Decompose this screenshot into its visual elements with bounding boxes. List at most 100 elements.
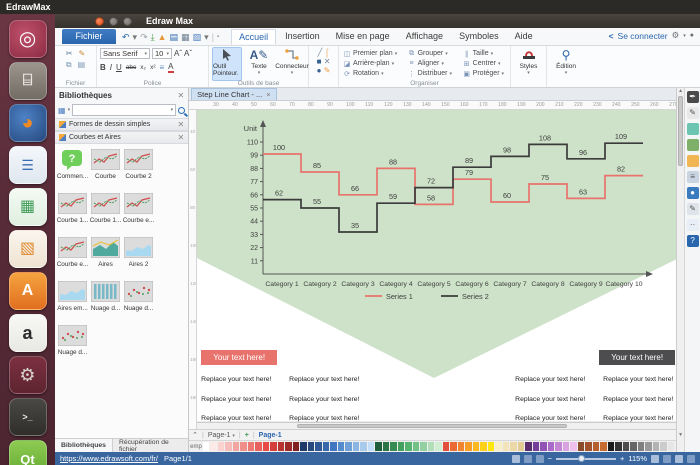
color-swatch[interactable] <box>510 442 517 451</box>
calc-icon[interactable]: ▦ <box>8 188 47 226</box>
clipart-icon[interactable] <box>686 155 699 167</box>
add-page-button[interactable]: + <box>245 432 249 439</box>
page-view-icon[interactable] <box>523 454 532 463</box>
ribbon-tab-symboles[interactable]: Symboles <box>452 29 506 45</box>
color-swatch[interactable] <box>375 442 382 451</box>
scroll-up-icon[interactable]: ▲ <box>678 88 683 94</box>
color-swatch[interactable] <box>592 442 600 451</box>
library-section-formes[interactable]: Formes de dessin simples ✕ <box>55 118 189 131</box>
library-section-courbes[interactable]: Courbes et Aires ✕ <box>55 131 189 144</box>
color-swatch[interactable] <box>240 442 247 451</box>
section-close-icon[interactable]: ✕ <box>177 133 184 142</box>
library-item[interactable]: Nuage d... <box>56 322 89 366</box>
text-badge-left[interactable]: Your text here! <box>201 350 278 365</box>
font-color-button[interactable]: A <box>168 62 174 73</box>
color-swatch[interactable] <box>307 442 315 451</box>
replace-text-placeholder[interactable]: Replace your text here! <box>515 396 585 403</box>
edition-button[interactable]: ⚲ Édition ▾ <box>550 47 582 81</box>
organiser-item-protéger[interactable]: ▣ Protéger ▾ <box>463 69 508 78</box>
library-footer-tab-recuperation[interactable]: Récupération de fichier <box>113 439 188 453</box>
color-swatch[interactable] <box>457 442 465 451</box>
color-swatch[interactable] <box>502 442 510 451</box>
color-swatch[interactable] <box>202 442 210 451</box>
pen-shape-icon[interactable]: ✎ <box>324 66 331 75</box>
color-swatch[interactable] <box>382 442 390 451</box>
color-swatch[interactable] <box>532 442 540 451</box>
replace-text-placeholder[interactable]: Replace your text here! <box>289 415 359 422</box>
writer-icon[interactable]: ☰ <box>8 146 47 184</box>
grid-view-icon[interactable] <box>511 454 520 463</box>
color-swatch[interactable] <box>570 442 577 451</box>
color-swatch[interactable] <box>232 442 240 451</box>
text-tool-button[interactable]: A✎ Texte ▾ <box>244 47 274 81</box>
organiser-item-centrer[interactable]: ⊞ Centrer ▾ <box>463 59 508 68</box>
decrease-font-icon[interactable]: Aˇ <box>184 49 192 58</box>
arc-shape-icon[interactable]: ⌠ <box>325 48 330 57</box>
vertical-scrollbar-thumb[interactable] <box>678 96 684 166</box>
color-swatch[interactable] <box>495 442 502 451</box>
organiser-item-grouper[interactable]: ⧉ Grouper ▾ <box>408 49 457 58</box>
pointer-tool-button[interactable]: Outil Pointeur. <box>212 47 242 81</box>
color-swatch[interactable] <box>442 442 450 451</box>
color-swatch[interactable] <box>292 442 300 451</box>
horizontal-scrollbar-thumb[interactable] <box>297 424 568 428</box>
collapse-icon[interactable]: ⌃ <box>192 431 198 439</box>
color-swatch[interactable] <box>480 442 487 451</box>
zoom-slider[interactable] <box>555 455 616 462</box>
color-swatch[interactable] <box>367 442 375 451</box>
fill-swatch-icon[interactable] <box>686 123 699 135</box>
font-size-select[interactable]: 10 ▾ <box>152 48 172 59</box>
ellipse-shape-icon[interactable]: ● <box>317 66 322 75</box>
color-swatch[interactable] <box>300 442 307 451</box>
library-item[interactable]: Aires <box>89 234 122 278</box>
library-item[interactable]: ? Commen... <box>56 146 89 190</box>
color-swatch[interactable] <box>637 442 645 451</box>
save-icon[interactable]: ▤ <box>170 31 179 43</box>
color-swatch[interactable] <box>615 442 622 451</box>
undo-icon[interactable]: ↶ <box>122 31 130 43</box>
ribbon-tab-affichage[interactable]: Affichage <box>399 29 450 45</box>
color-swatch[interactable] <box>390 442 397 451</box>
replace-text-placeholder[interactable]: Replace your text here! <box>515 415 585 422</box>
connect-label[interactable]: Se connecter <box>618 31 668 41</box>
vertical-scrollbar[interactable]: ▲ ▼ <box>676 88 685 452</box>
replace-text-placeholder[interactable]: Replace your text here! <box>201 376 271 383</box>
format-paint-icon[interactable]: ✒ <box>686 91 699 103</box>
library-item[interactable]: Courbe 1... <box>56 190 89 234</box>
color-swatch[interactable] <box>262 442 270 451</box>
theme-caret-icon[interactable]: ▾ <box>204 31 209 43</box>
pencil-icon[interactable]: ✎ <box>686 107 699 119</box>
color-swatch[interactable] <box>247 442 255 451</box>
color-swatch[interactable] <box>217 442 225 451</box>
format-painter-icon[interactable]: ✎ <box>79 49 86 58</box>
fullscreen-icon[interactable] <box>663 454 671 463</box>
color-swatch[interactable] <box>547 442 555 451</box>
page-selector[interactable]: Page-1 ▾ <box>208 432 235 439</box>
paste-icon[interactable]: ▤ <box>78 60 86 69</box>
organiser-item-distribuer[interactable]: ⋮ Distribuer ▾ <box>408 69 457 78</box>
zoom-slider-handle[interactable] <box>577 455 585 462</box>
library-close-icon[interactable]: ✕ <box>177 91 184 100</box>
color-swatch[interactable] <box>630 442 637 451</box>
library-item[interactable]: Courbe 1... <box>89 190 122 234</box>
zoom-in-button[interactable]: + <box>620 454 624 463</box>
increase-font-icon[interactable]: Aˆ <box>174 49 182 58</box>
color-swatch[interactable] <box>660 442 667 451</box>
impress-icon[interactable]: ▧ <box>8 230 47 268</box>
note-icon[interactable]: ≡ <box>686 171 699 183</box>
color-swatch[interactable] <box>622 442 630 451</box>
italic-button[interactable]: I <box>110 63 112 72</box>
copy-icon[interactable]: ⧉ <box>66 60 72 69</box>
library-item[interactable]: Courbe e... <box>56 234 89 278</box>
subscript-button[interactable]: x₂ <box>140 63 146 72</box>
color-swatch[interactable] <box>352 442 360 451</box>
horizontal-scrollbar[interactable] <box>197 422 677 429</box>
organiser-item-arrière-plan[interactable]: ◪ Arrière-plan ▾ <box>343 59 402 68</box>
color-swatch[interactable] <box>667 442 675 451</box>
organiser-item-aligner[interactable]: ≡ Aligner ▾ <box>408 59 457 68</box>
print-icon[interactable]: ▦ <box>181 31 190 43</box>
zoom-out-button[interactable]: − <box>548 454 552 463</box>
firefox-icon[interactable]: ◕ <box>8 104 47 142</box>
ubuntu-dash-icon[interactable]: ◎ <box>8 20 47 58</box>
replace-text-placeholder[interactable]: Replace your text here! <box>603 396 673 403</box>
